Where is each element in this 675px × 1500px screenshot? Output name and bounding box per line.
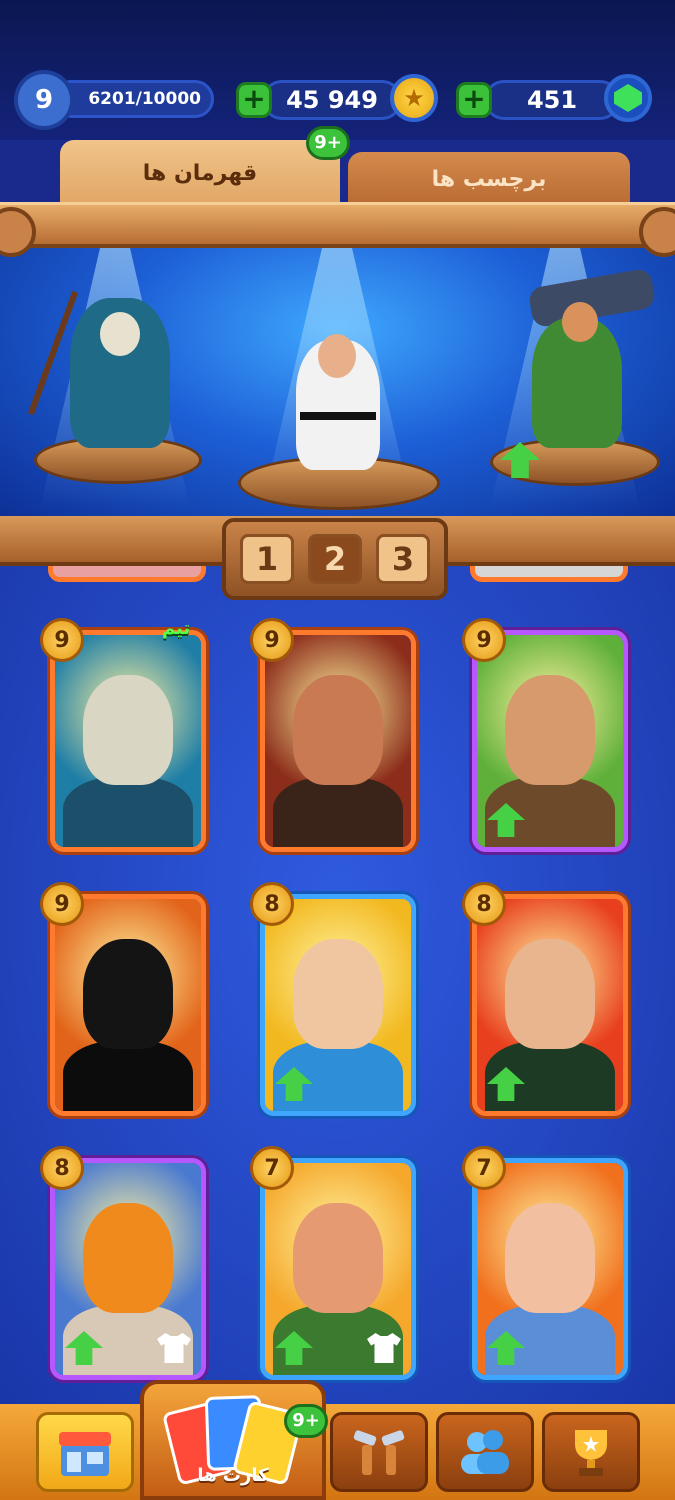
card-level: 9	[264, 627, 280, 653]
card-level-badge: 7	[462, 1146, 506, 1190]
hero-face	[83, 675, 173, 785]
hero-portrait	[55, 899, 201, 1111]
page-label: 2	[323, 540, 347, 578]
card-partial	[470, 566, 628, 582]
coins-counter: 45 949	[262, 80, 402, 120]
nav-shop-button[interactable]	[36, 1412, 134, 1492]
hero-face	[505, 939, 595, 1049]
cards-notification-badge: 9+	[284, 1404, 328, 1438]
card-level: 9	[476, 627, 492, 653]
tab-stickers-label: برچسب ها	[431, 166, 547, 192]
card-level: 8	[476, 891, 492, 917]
coins-value: 45 949	[286, 86, 378, 114]
nav-cards-label: کارت ها	[197, 1465, 269, 1486]
team-pager: 1 2 3	[222, 518, 448, 600]
coin-icon: ★	[390, 74, 438, 122]
player-level: 9	[34, 85, 54, 115]
hero-card[interactable]	[260, 894, 416, 1116]
team-label: تیم	[162, 618, 191, 639]
page-label: 3	[391, 540, 415, 578]
hero-card[interactable]	[50, 1158, 206, 1380]
tab-stickers[interactable]: برچسب ها	[348, 152, 630, 206]
page-button-3[interactable]: 3	[376, 534, 430, 584]
hero-body	[63, 777, 193, 847]
hero-face	[293, 939, 383, 1049]
hero-body	[63, 1041, 193, 1111]
nav-leaderboard-button[interactable]	[542, 1412, 640, 1492]
friends-icon	[461, 1430, 509, 1474]
hero-card[interactable]	[472, 894, 628, 1116]
page-button-1[interactable]: 1	[240, 534, 294, 584]
trophy-icon	[575, 1430, 607, 1476]
hero-card[interactable]	[260, 1158, 416, 1380]
heroes-badge-count: 9+	[314, 132, 342, 153]
tab-heroes[interactable]: قهرمان ها	[60, 140, 340, 206]
gems-counter: 451	[484, 80, 620, 120]
hero-card[interactable]	[260, 630, 416, 852]
card-level: 8	[264, 891, 280, 917]
hero-face	[505, 675, 595, 785]
card-level: 7	[476, 1155, 492, 1181]
gems-value: 451	[526, 86, 578, 114]
hero-face	[83, 1203, 173, 1313]
card-level-badge: 7	[250, 1146, 294, 1190]
card-level: 9	[54, 891, 70, 917]
add-gems-button[interactable]: +	[456, 82, 492, 118]
hero-face	[293, 675, 383, 785]
card-level-badge: 8	[250, 882, 294, 926]
card-level: 9	[54, 627, 70, 653]
wooden-rail-top	[0, 202, 675, 257]
hero-portrait	[55, 635, 201, 847]
coin-star-icon: ★	[403, 84, 425, 112]
crossed-pistols-icon	[353, 1430, 405, 1475]
page-label: 1	[255, 540, 279, 578]
black-belt-icon	[300, 412, 376, 420]
hero-portrait	[265, 635, 411, 847]
hero-card[interactable]	[472, 1158, 628, 1380]
hero-body	[273, 777, 403, 847]
card-level: 8	[54, 1155, 70, 1181]
tab-heroes-label: قهرمان ها	[142, 160, 258, 186]
hero-face	[505, 1203, 595, 1313]
hero-card[interactable]	[472, 630, 628, 852]
xp-text: 6201/10000	[88, 89, 201, 109]
hero-card[interactable]	[50, 630, 206, 852]
card-level-badge: 8	[40, 1146, 84, 1190]
nav-social-button[interactable]	[436, 1412, 534, 1492]
card-level: 7	[264, 1155, 280, 1181]
page-button-2[interactable]: 2	[308, 534, 362, 584]
shop-icon	[59, 1432, 111, 1476]
hero-card[interactable]	[50, 894, 206, 1116]
gem-icon	[604, 74, 652, 122]
hero-face	[83, 939, 173, 1049]
xp-bar: 6201/10000	[52, 80, 214, 118]
hero-face	[293, 1203, 383, 1313]
card-level-badge: 9	[250, 618, 294, 662]
card-level-badge: 9	[40, 882, 84, 926]
plus-icon: +	[242, 82, 266, 115]
card-level-badge: 8	[462, 882, 506, 926]
team-showcase	[0, 248, 675, 520]
card-level-badge: 9	[40, 618, 84, 662]
cards-badge-count: 9+	[292, 1410, 320, 1431]
card-partial	[48, 566, 206, 582]
add-coins-button[interactable]: +	[236, 82, 272, 118]
nav-battle-button[interactable]	[330, 1412, 428, 1492]
face-icon	[318, 334, 356, 378]
player-level-badge[interactable]: 9	[18, 74, 70, 126]
skull-icon	[100, 312, 140, 356]
heroes-notification-badge: 9+	[306, 126, 350, 160]
plus-icon: +	[462, 82, 486, 115]
nav-cards-button[interactable]: کارت ها	[140, 1380, 326, 1500]
face-icon	[562, 302, 598, 342]
card-level-badge: 9	[462, 618, 506, 662]
